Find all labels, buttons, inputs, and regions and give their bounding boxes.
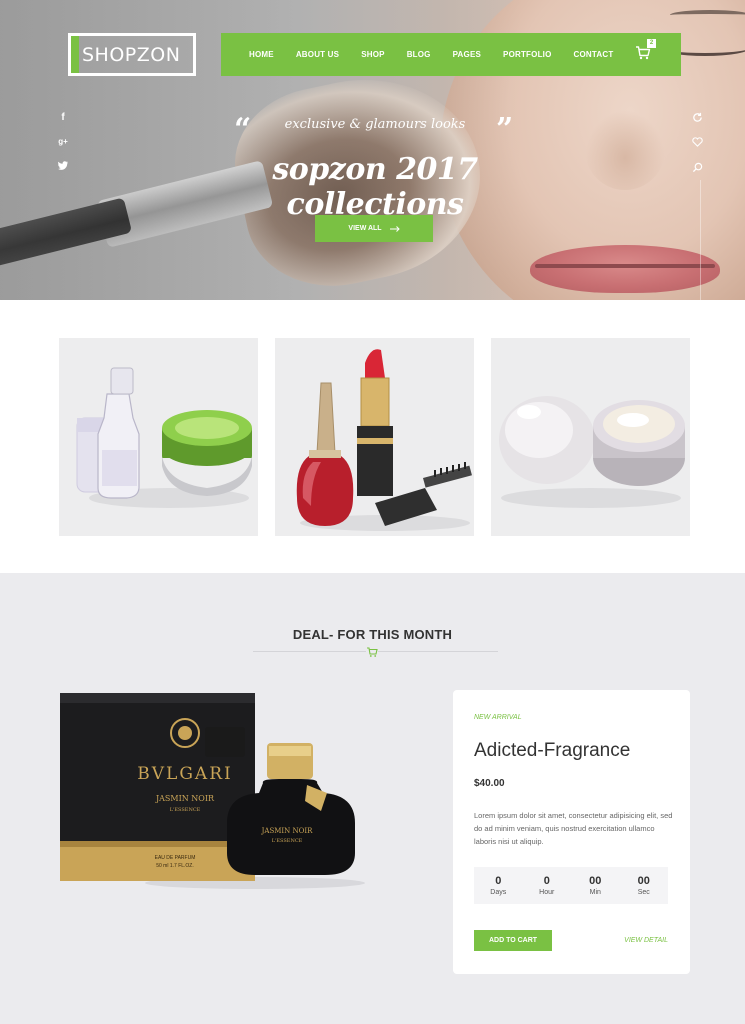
countdown-seconds: 00 Sec — [620, 867, 669, 904]
arrow-right-icon — [389, 225, 400, 232]
countdown-seconds-value: 00 — [637, 875, 650, 887]
cart-icon — [366, 646, 378, 658]
deal-section-title: DEAL- FOR THIS MONTH — [292, 627, 453, 642]
nav-item-home[interactable]: HOME — [249, 50, 274, 59]
nav-item-about-us[interactable]: ABOUT US — [296, 50, 339, 59]
deal-section: DEAL- FOR THIS MONTH BVLGARI JASMIN NOIR… — [0, 573, 745, 1024]
view-detail-link[interactable]: VIEW DETAIL — [624, 937, 668, 944]
view-all-button[interactable]: VIEW ALL — [315, 215, 433, 242]
countdown-days-value: 0 — [495, 875, 502, 887]
view-all-label: VIEW ALL — [348, 225, 382, 232]
packaging-subtitle: JASMIN NOIR — [155, 794, 215, 803]
hero-tool-icons — [690, 110, 704, 174]
search-icon[interactable] — [690, 160, 704, 174]
site-logo[interactable]: SHOPZON — [68, 33, 196, 76]
new-arrival-badge: NEW ARRIVAL — [474, 714, 522, 721]
countdown-minutes: 00 Min — [571, 867, 620, 904]
refresh-icon[interactable] — [690, 110, 704, 124]
hero-divider-line — [700, 180, 701, 300]
packaging-edp-text: EAU DE PARFUM — [155, 855, 196, 861]
deal-countdown: 0 Days 0 Hour 00 Min 00 Sec — [474, 867, 668, 904]
countdown-hours: 0 Hour — [523, 867, 572, 904]
bottle-text-2: L'ESSENCE — [272, 838, 303, 844]
packaging-size-text: 50 ml 1.7 FL.OZ. — [156, 863, 194, 869]
cosmetic-jars-image — [76, 367, 252, 508]
product-description: Lorem ipsum dolor sit amet, consectetur … — [474, 811, 673, 846]
nav-item-blog[interactable]: BLOG — [407, 50, 431, 59]
twitter-icon[interactable] — [56, 158, 70, 172]
add-to-cart-button[interactable]: ADD TO CART — [474, 930, 552, 951]
countdown-seconds-label: Sec — [637, 889, 650, 896]
nav-cart-button[interactable]: 2 — [635, 39, 656, 63]
google-plus-icon[interactable]: g+ — [56, 134, 70, 148]
perfume-product-image: BVLGARI JASMIN NOIR L'ESSENCE EAU DE PAR… — [60, 693, 365, 889]
product-category-tiles — [59, 338, 690, 536]
packaging-brand-text: BVLGARI — [137, 764, 232, 784]
product-tile-skincare-jars[interactable] — [59, 338, 258, 536]
countdown-minutes-label: Min — [589, 889, 601, 896]
hero-banner: SHOPZON HOME ABOUT US SHOP BLOG PAGES PO… — [0, 0, 745, 300]
hero-tagline-wrap: exclusive & glamours looks — [235, 115, 515, 133]
heart-icon[interactable] — [690, 135, 704, 149]
hero-tagline: exclusive & glamours looks — [284, 117, 466, 132]
nav-item-contact[interactable]: CONTACT — [574, 50, 614, 59]
countdown-days: 0 Days — [474, 867, 523, 904]
logo-accent-bar — [71, 36, 79, 73]
countdown-hours-label: Hour — [539, 889, 555, 896]
product-tile-cream[interactable] — [491, 338, 690, 536]
countdown-days-label: Days — [490, 889, 507, 896]
cream-jars-image — [499, 396, 685, 508]
lipstick-nail-polish-image — [296, 349, 472, 531]
nav-item-portfolio[interactable]: PORTFOLIO — [503, 50, 551, 59]
nav-item-pages[interactable]: PAGES — [453, 50, 481, 59]
main-navigation: HOME ABOUT US SHOP BLOG PAGES PORTFOLIO … — [221, 33, 681, 76]
nav-menu: HOME ABOUT US SHOP BLOG PAGES PORTFOLIO … — [221, 50, 635, 59]
twitter-bird-glyph — [58, 160, 68, 170]
deal-product-card: NEW ARRIVAL Adicted-Fragrance $40.00 Lor… — [453, 690, 690, 974]
product-price: $40.00 — [474, 778, 505, 789]
packaging-subtitle-2: L'ESSENCE — [170, 807, 201, 813]
product-tile-makeup[interactable] — [275, 338, 474, 536]
bottle-text: JASMIN NOIR — [261, 827, 314, 835]
hero-title: sopzon 2017 collections — [272, 152, 478, 222]
cart-count-badge: 2 — [647, 39, 656, 48]
social-links: f g+ — [56, 110, 70, 172]
countdown-minutes-value: 00 — [589, 875, 602, 887]
countdown-hours-value: 0 — [543, 875, 550, 887]
logo-text: SHOPZON — [82, 43, 181, 66]
facebook-icon[interactable]: f — [56, 110, 70, 124]
product-name[interactable]: Adicted-Fragrance — [474, 740, 630, 762]
nav-item-shop[interactable]: SHOP — [361, 50, 384, 59]
